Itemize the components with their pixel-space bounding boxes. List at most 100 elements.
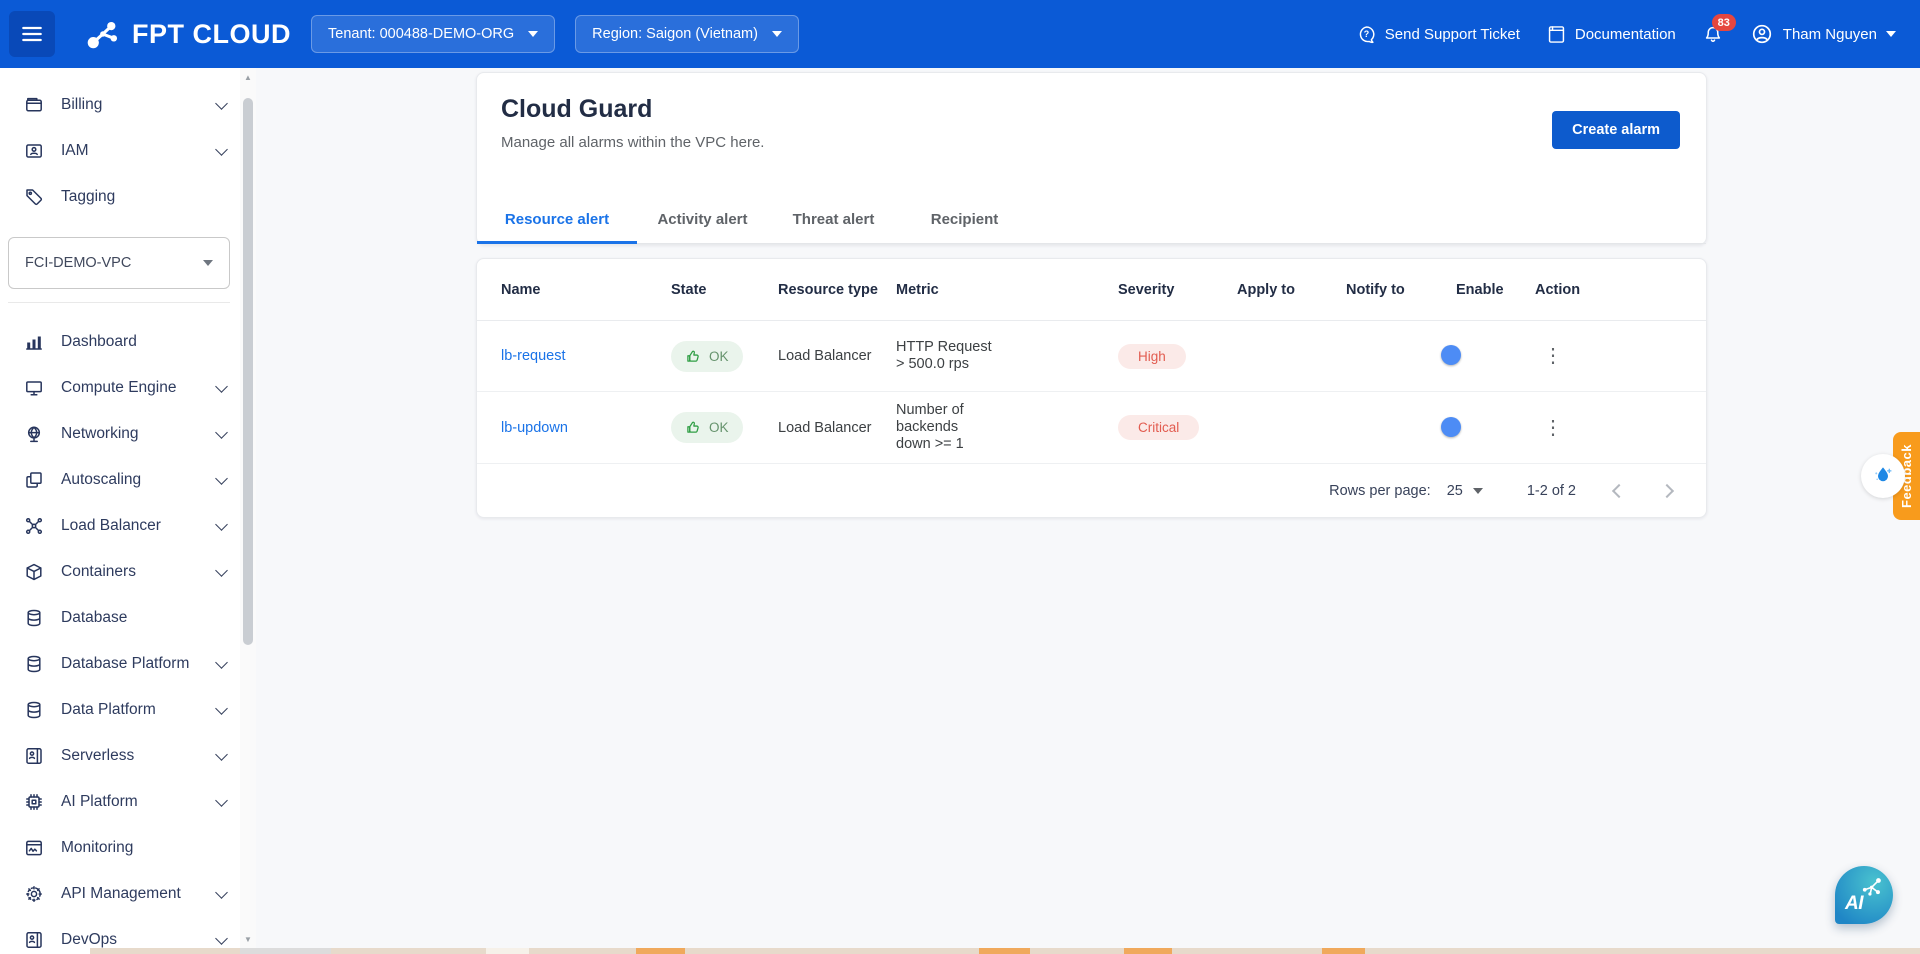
sidebar-top-group: Billing IAM Tagging <box>0 68 256 220</box>
sidebar-item-label: Dashboard <box>61 333 137 351</box>
column-header-notify-to: Notify to <box>1346 282 1456 298</box>
sidebar-item-label: Billing <box>61 96 102 114</box>
sidebar-item-compute-engine[interactable]: Compute Engine <box>0 365 256 411</box>
sidebar-item-iam[interactable]: IAM <box>0 128 256 174</box>
chevron-down-icon <box>215 518 228 531</box>
bar-chart-icon <box>24 332 44 352</box>
sidebar-item-data-platform[interactable]: Data Platform <box>0 687 256 733</box>
column-header-metric: Metric <box>896 282 1118 298</box>
toggle-knob <box>1441 345 1461 365</box>
chevron-down-icon <box>215 426 228 439</box>
alarm-name-link[interactable]: lb-updown <box>501 420 568 436</box>
notifications-button[interactable]: 83 <box>1702 23 1724 45</box>
sidebar-item-tagging[interactable]: Tagging <box>0 174 256 220</box>
feedback-tab[interactable]: Feedback <box>1893 432 1920 520</box>
id-card-icon <box>24 141 44 161</box>
sidebar-item-database-platform[interactable]: Database Platform <box>0 641 256 687</box>
sidebar-item-ai-platform[interactable]: AI Platform <box>0 779 256 825</box>
documentation-link[interactable]: Documentation <box>1546 24 1676 45</box>
tag-icon <box>24 187 44 207</box>
sidebar-item-api-management[interactable]: API Management <box>0 871 256 917</box>
fpt-cloud-logo[interactable]: FPT CLOUD <box>83 16 291 52</box>
scroll-down-icon[interactable]: ▼ <box>240 932 256 946</box>
peek-segment <box>486 948 529 954</box>
state-label: OK <box>709 349 729 364</box>
create-alarm-button[interactable]: Create alarm <box>1552 111 1680 149</box>
page-range: 1-2 of 2 <box>1527 483 1576 499</box>
caret-down-icon <box>772 31 782 37</box>
metric-cell: HTTP Request > 500.0 rps <box>896 339 1118 373</box>
book-icon <box>1546 24 1567 45</box>
alarm-name-link[interactable]: lb-request <box>501 348 565 364</box>
chevron-down-icon <box>215 564 228 577</box>
main-content: Cloud Guard Manage all alarms within the… <box>476 72 1707 518</box>
person-circle-icon <box>1750 22 1774 46</box>
sidebar-item-label: Data Platform <box>61 701 156 719</box>
sidebar-item-database[interactable]: Database <box>0 595 256 641</box>
water-drop-icon[interactable] <box>1861 454 1905 498</box>
sidebar-item-label: Tagging <box>61 188 115 206</box>
next-page-button[interactable] <box>1654 478 1680 504</box>
sidebar-item-autoscaling[interactable]: Autoscaling <box>0 457 256 503</box>
column-header-resource-type: Resource type <box>778 282 896 298</box>
database-icon <box>24 700 44 720</box>
previous-page-button[interactable] <box>1606 478 1632 504</box>
globe-icon <box>24 424 44 444</box>
row-actions-menu[interactable]: ⋮ <box>1543 345 1563 367</box>
tab-activity-alert[interactable]: Activity alert <box>637 198 768 244</box>
sidebar-item-billing[interactable]: Billing <box>0 82 256 128</box>
sidebar-item-label: Monitoring <box>61 839 133 857</box>
alert-tabs: Resource alertActivity alert Threat alert… <box>477 198 1706 244</box>
resource-type-cell: Load Balancer <box>778 420 896 436</box>
table-header-row: NameStateResource typeMetricSeverityAppl… <box>477 259 1706 321</box>
chevron-down-icon <box>215 656 228 669</box>
tab-label: Threat alert <box>793 211 875 228</box>
bottom-peek-bar <box>0 948 1920 954</box>
row-actions-menu[interactable]: ⋮ <box>1543 417 1563 439</box>
tenant-selector[interactable]: Tenant: 000488-DEMO-ORG <box>311 15 555 53</box>
scroll-up-icon[interactable]: ▲ <box>240 70 256 84</box>
support-label: Send Support Ticket <box>1385 26 1520 43</box>
documentation-label: Documentation <box>1575 26 1676 43</box>
sidebar-item-label: Autoscaling <box>61 471 141 489</box>
chip-icon <box>24 792 44 812</box>
tab-recipient[interactable]: Recipient <box>899 198 1030 244</box>
page-title: Cloud Guard <box>501 95 764 124</box>
sidebar-item-networking[interactable]: Networking <box>0 411 256 457</box>
ai-assistant-button[interactable]: AI <box>1835 866 1893 924</box>
sidebar: Billing IAM Tagging FCI-DEMO-VPC Dashboa… <box>0 68 256 954</box>
chevron-left-icon <box>1612 483 1626 497</box>
sidebar-item-devops[interactable]: DevOps <box>0 917 256 954</box>
peek-segment <box>331 948 486 954</box>
menu-button[interactable] <box>9 11 55 57</box>
sidebar-item-label: AI Platform <box>61 793 138 811</box>
sidebar-main-group: Dashboard Compute Engine Networking Auto… <box>0 319 256 954</box>
sidebar-item-dashboard[interactable]: Dashboard <box>0 319 256 365</box>
tab-threat-alert[interactable]: Threat alert <box>768 198 899 244</box>
peek-segment <box>1124 948 1172 954</box>
peek-segment <box>1365 948 1920 954</box>
sidebar-item-containers[interactable]: Containers <box>0 549 256 595</box>
chevron-down-icon <box>215 380 228 393</box>
peek-segment <box>685 948 979 954</box>
sidebar-item-monitoring[interactable]: Monitoring <box>0 825 256 871</box>
sidebar-item-label: DevOps <box>61 931 117 949</box>
table-row: lb-updown OK Load Balancer Number of bac… <box>477 392 1706 464</box>
caret-down-icon <box>1886 31 1896 37</box>
tab-resource-alert[interactable]: Resource alert <box>477 198 637 244</box>
rows-per-page-select[interactable]: 25 <box>1447 483 1483 499</box>
send-support-ticket-link[interactable]: ? Send Support Ticket <box>1356 24 1520 45</box>
region-selector[interactable]: Region: Saigon (Vietnam) <box>575 15 799 53</box>
support-chat-icon: ? <box>1356 24 1377 45</box>
vpc-selector[interactable]: FCI-DEMO-VPC <box>8 237 230 289</box>
sidebar-item-serverless[interactable]: Serverless <box>0 733 256 779</box>
user-menu[interactable]: Tham Nguyen <box>1750 22 1896 46</box>
sidebar-scrollbar[interactable]: ▲ ▼ <box>240 68 256 954</box>
column-header-apply-to: Apply to <box>1237 282 1346 298</box>
state-badge: OK <box>671 341 743 372</box>
scrollbar-thumb[interactable] <box>243 98 253 645</box>
sidebar-item-load-balancer[interactable]: Load Balancer <box>0 503 256 549</box>
peek-segment <box>1172 948 1322 954</box>
caret-down-icon <box>528 31 538 37</box>
tenant-label: Tenant: 000488-DEMO-ORG <box>328 26 514 42</box>
